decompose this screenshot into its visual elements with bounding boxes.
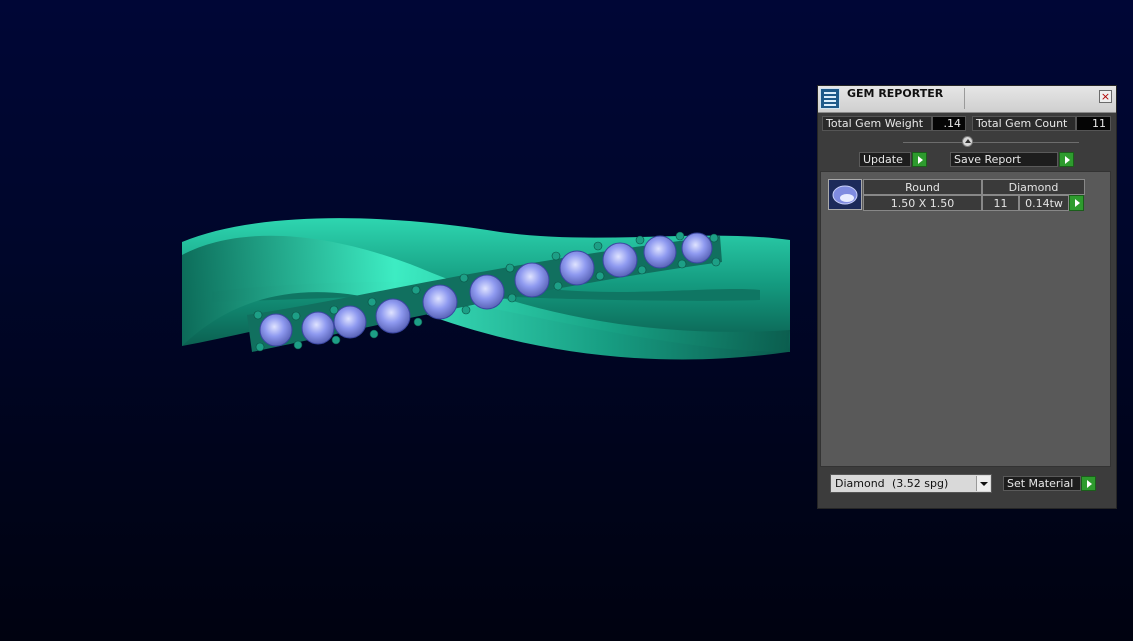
title-separator (964, 88, 965, 109)
collapse-icon[interactable] (962, 136, 973, 147)
gem-size-cell: 1.50 X 1.50 (863, 195, 982, 211)
gem-reporter-panel: GEM REPORTER × Total Gem Weight .14 Tota… (817, 85, 1117, 509)
chevron-down-icon[interactable] (976, 476, 990, 491)
update-go-icon[interactable] (912, 152, 927, 167)
title-bar[interactable]: GEM REPORTER × (818, 86, 1116, 113)
gem-material-cell: Diamond (982, 179, 1085, 195)
material-select[interactable]: Diamond (3.52 spg) (830, 474, 992, 493)
gem-weight-cell: 0.14tw (1019, 195, 1069, 211)
divider (903, 142, 1079, 143)
total-gem-count-value: 11 (1076, 116, 1111, 131)
set-material-button[interactable]: Set Material (1003, 476, 1081, 491)
save-report-go-icon[interactable] (1059, 152, 1074, 167)
panel-title: GEM REPORTER (847, 87, 944, 100)
total-gem-weight-label: Total Gem Weight (822, 116, 932, 131)
total-gem-count-label: Total Gem Count (972, 116, 1076, 131)
save-report-button[interactable]: Save Report (950, 152, 1058, 167)
gem-count-cell: 11 (982, 195, 1019, 211)
set-material-go-icon[interactable] (1081, 476, 1096, 491)
ring-model[interactable] (0, 0, 810, 641)
close-icon[interactable]: × (1099, 90, 1112, 103)
material-select-density: (3.52 spg) (892, 477, 949, 490)
total-gem-weight-value: .14 (932, 116, 966, 131)
gem-reporter-icon (820, 88, 840, 109)
gem-row-go-icon[interactable] (1069, 195, 1084, 211)
gem-shape-cell: Round (863, 179, 982, 195)
update-button[interactable]: Update (859, 152, 911, 167)
gem-list[interactable]: Round Diamond 1.50 X 1.50 11 0.14tw (820, 171, 1111, 467)
3d-viewport[interactable] (0, 0, 810, 641)
gem-thumbnail-icon[interactable] (828, 179, 862, 210)
material-select-name: Diamond (835, 477, 885, 490)
